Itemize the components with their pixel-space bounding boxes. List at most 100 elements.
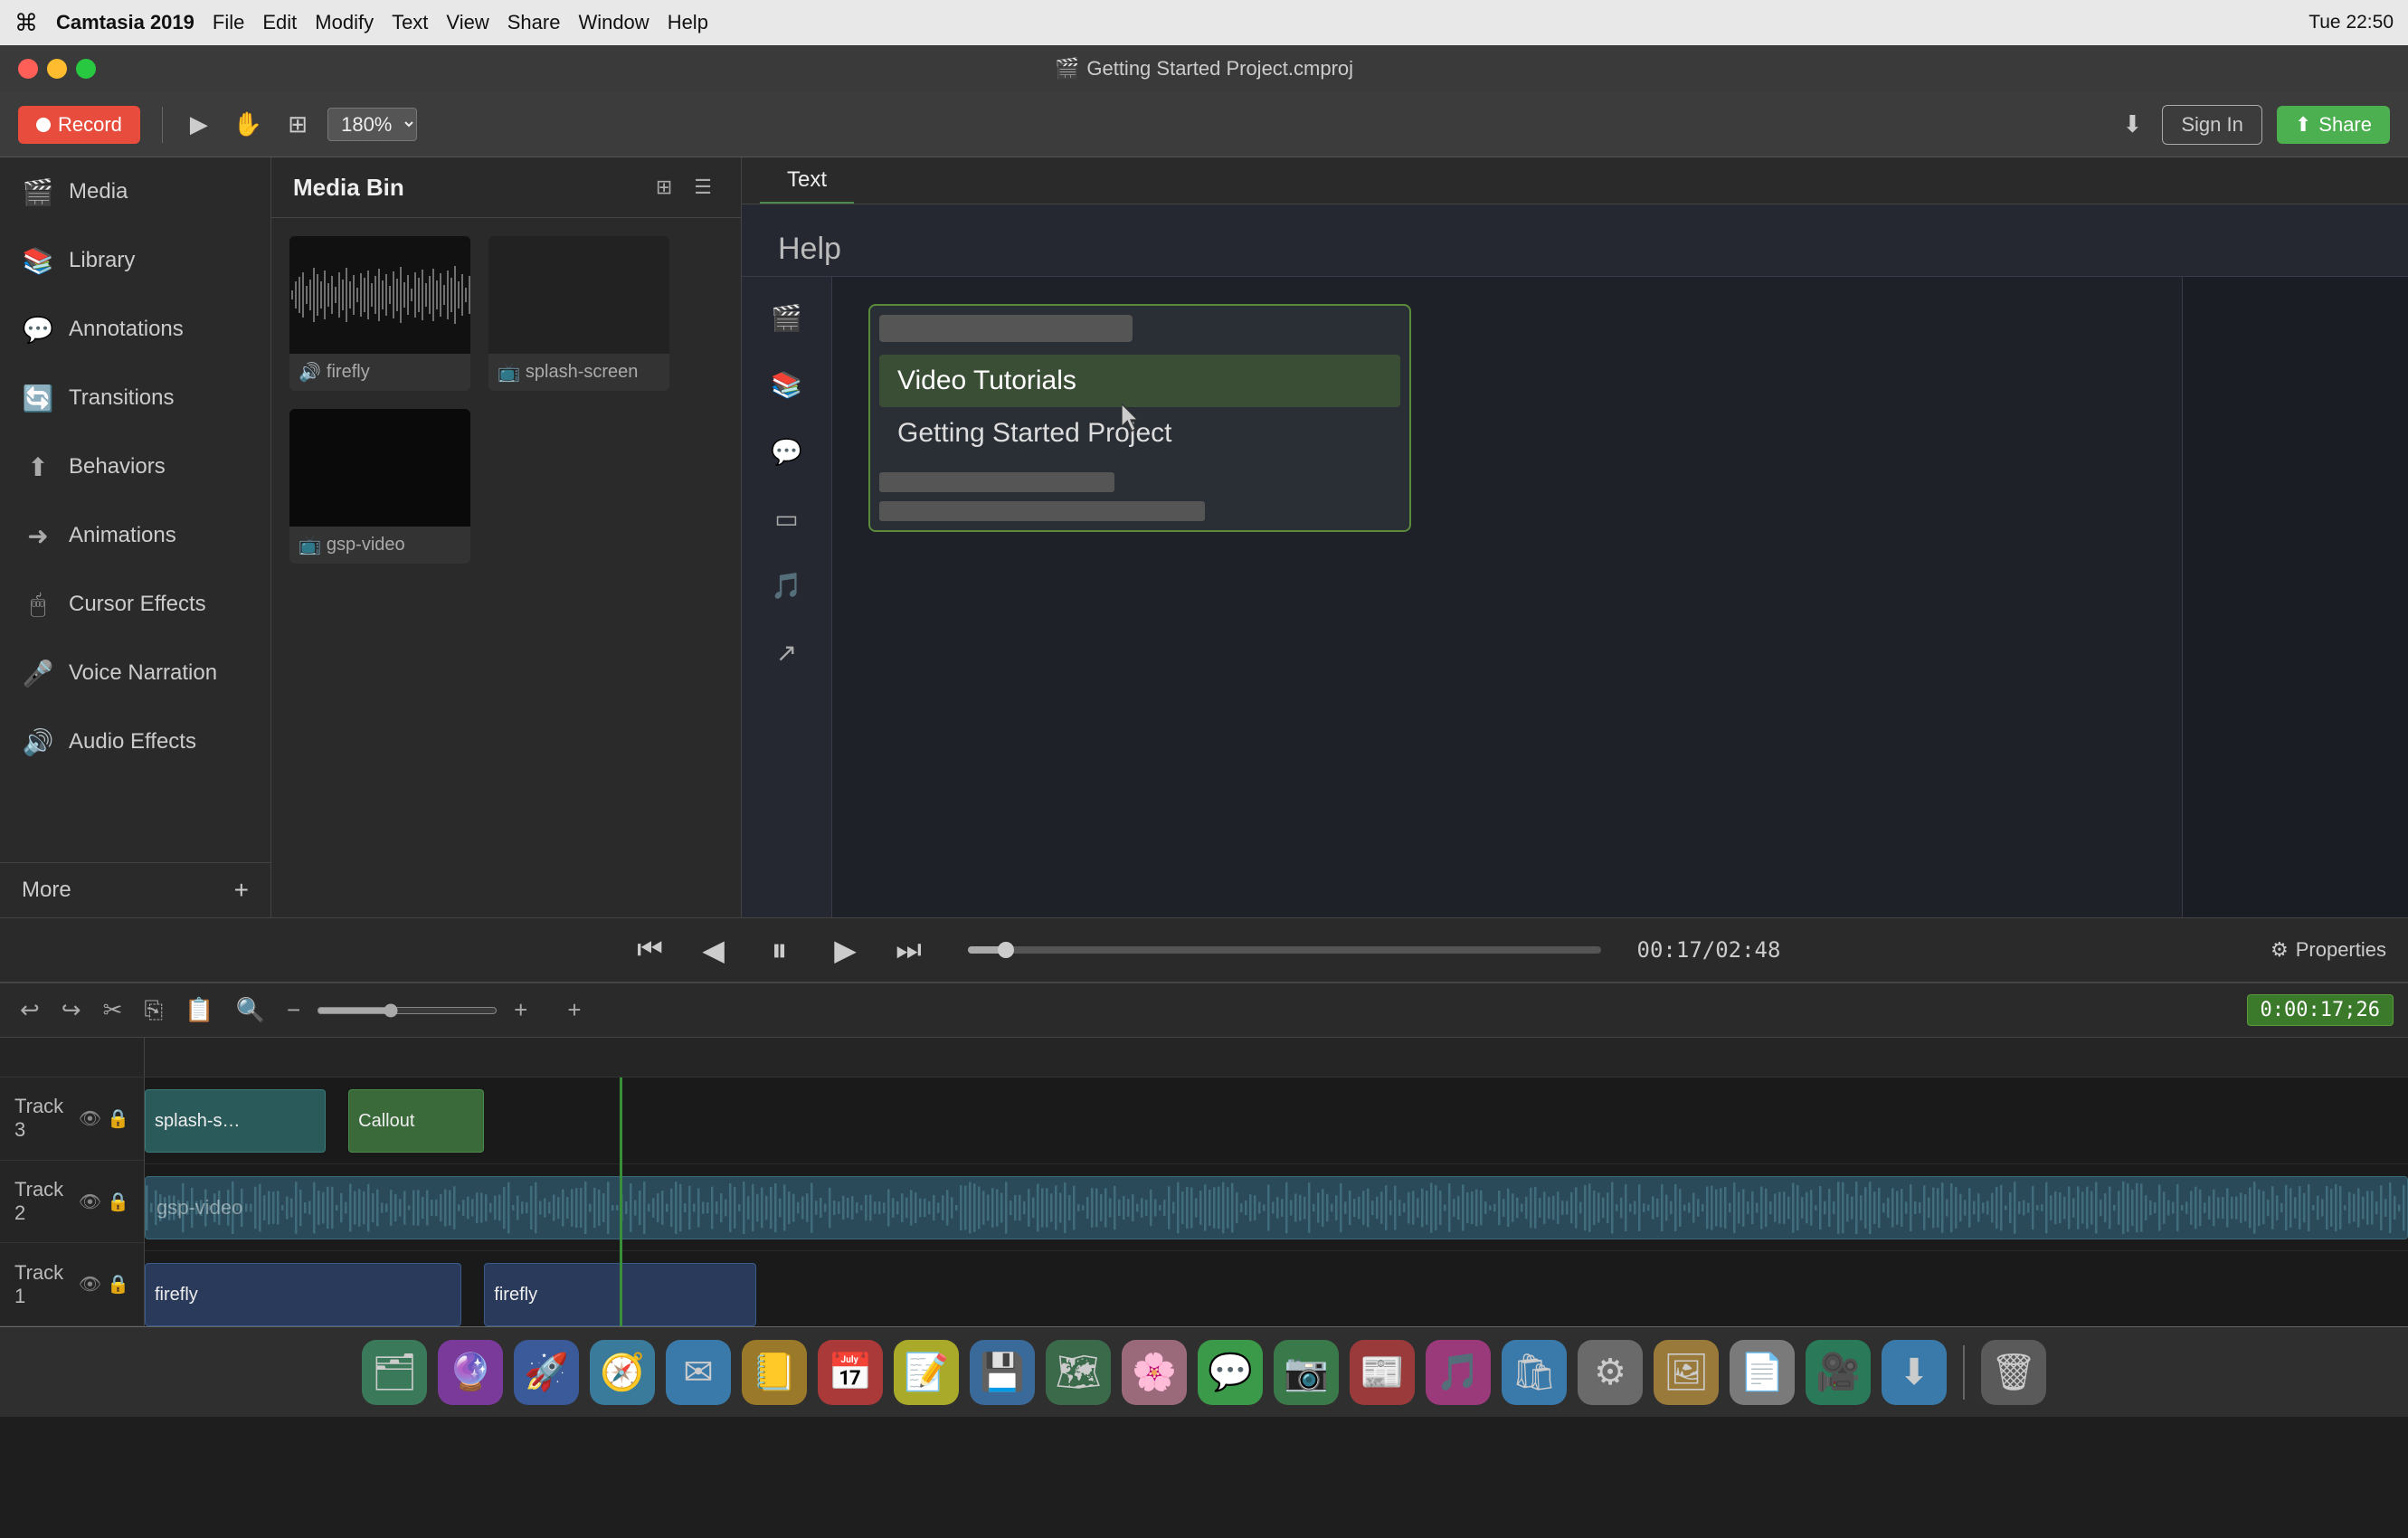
help-icon-shape[interactable]: ▭: [755, 487, 819, 550]
sidebar-item-annotations[interactable]: 💬 Annotations: [0, 295, 270, 364]
help-icon-message[interactable]: 💬: [755, 420, 819, 483]
track-3-lock[interactable]: 🔒: [107, 1107, 129, 1130]
dock-finder[interactable]: 🗂: [362, 1340, 427, 1405]
fullscreen-button[interactable]: [76, 59, 96, 79]
apple-icon[interactable]: ⌘: [14, 9, 38, 37]
help-menu-item-tutorials[interactable]: Video Tutorials: [879, 355, 1400, 407]
dock-filemerge[interactable]: 📄: [1730, 1340, 1795, 1405]
crop-tool-button[interactable]: ⊞: [282, 105, 313, 144]
sidebar-item-cursor-effects[interactable]: 🖱 Cursor Effects: [0, 570, 270, 639]
dock-music[interactable]: 🎵: [1426, 1340, 1491, 1405]
dock-safari[interactable]: 🧭: [590, 1340, 655, 1405]
minimize-button[interactable]: [47, 59, 67, 79]
sidebar-item-audio-effects[interactable]: 🔊 Audio Effects: [0, 707, 270, 776]
paste-button[interactable]: 📋: [179, 991, 219, 1030]
dock-notes[interactable]: 📝: [894, 1340, 959, 1405]
dock-photos[interactable]: 🌸: [1122, 1340, 1187, 1405]
menu-view[interactable]: View: [446, 11, 488, 34]
track-3-visibility[interactable]: 👁: [79, 1107, 101, 1130]
menu-text[interactable]: Text: [392, 11, 428, 34]
dock-sysprefs[interactable]: ⚙: [1578, 1340, 1643, 1405]
menu-share[interactable]: Share: [507, 11, 561, 34]
zoom-in-button[interactable]: +: [508, 991, 533, 1030]
track-2-visibility[interactable]: 👁: [79, 1191, 101, 1213]
properties-button[interactable]: ⚙ Properties: [2271, 938, 2386, 962]
add-track-button[interactable]: +: [562, 991, 586, 1030]
help-icon-arrow[interactable]: ↗: [755, 621, 819, 684]
track-3-clip-splash[interactable]: splash-s…: [145, 1089, 326, 1153]
media-item-splash-screen[interactable]: 📺 splash-screen: [488, 236, 669, 391]
track-2-lock[interactable]: 🔒: [107, 1191, 129, 1213]
step-forward-button[interactable]: ▶: [823, 927, 868, 973]
tab-text[interactable]: Text: [760, 157, 854, 204]
copy-button[interactable]: ⎘: [138, 991, 168, 1030]
hand-tool-button[interactable]: ✋: [228, 105, 268, 144]
dock-app3[interactable]: 💾: [970, 1340, 1035, 1405]
playhead[interactable]: [620, 1078, 622, 1326]
redo-button[interactable]: ↪: [56, 991, 87, 1030]
menu-modify[interactable]: Modify: [315, 11, 374, 34]
sidebar-item-transitions[interactable]: 🔄 Transitions: [0, 364, 270, 432]
help-icon-audio[interactable]: 🎵: [755, 554, 819, 617]
zoom-out-button[interactable]: −: [281, 991, 306, 1030]
sign-in-button[interactable]: Sign In: [2162, 105, 2262, 145]
timeline-scrubber[interactable]: [968, 946, 1601, 954]
step-back-button[interactable]: ◀: [691, 927, 736, 973]
track-1-lock[interactable]: 🔒: [107, 1273, 129, 1296]
add-item-button[interactable]: +: [234, 876, 249, 905]
toolbar-separator: [162, 107, 163, 143]
help-icon-library[interactable]: 📚: [755, 353, 819, 416]
dock-camtasia[interactable]: 🎥: [1806, 1340, 1871, 1405]
zoom-slider[interactable]: [317, 1003, 498, 1018]
share-button[interactable]: ⬆ Share: [2277, 106, 2390, 144]
sidebar-more[interactable]: More +: [0, 862, 270, 917]
sidebar-item-animations[interactable]: ➜ Animations: [0, 501, 270, 570]
dock-facetime[interactable]: 📷: [1274, 1340, 1339, 1405]
dock-mail[interactable]: ✉: [666, 1340, 731, 1405]
dock-siri[interactable]: 🔮: [438, 1340, 503, 1405]
grid-view-button[interactable]: ⊞: [649, 172, 679, 203]
go-to-end-button[interactable]: ⏭: [886, 927, 932, 973]
menu-help[interactable]: Help: [668, 11, 708, 34]
progress-thumb[interactable]: [998, 942, 1014, 958]
menu-edit[interactable]: Edit: [262, 11, 297, 34]
dock-downloader[interactable]: ⬇: [1882, 1340, 1947, 1405]
go-to-start-button[interactable]: ⏮: [628, 927, 673, 973]
list-view-button[interactable]: ☰: [687, 172, 719, 203]
sidebar-item-voice-narration[interactable]: 🎤 Voice Narration: [0, 639, 270, 707]
close-button[interactable]: [18, 59, 38, 79]
track-2-clip-gsp[interactable]: gsp-video // Generated via JS after load: [145, 1176, 2408, 1239]
play-tool-button[interactable]: ▶: [185, 105, 213, 144]
dock-notes-book[interactable]: 📒: [742, 1340, 807, 1405]
dock-news[interactable]: 📰: [1350, 1340, 1415, 1405]
search-button[interactable]: 🔍: [231, 991, 270, 1030]
dock-preview[interactable]: 🖼: [1654, 1340, 1719, 1405]
help-icon-film[interactable]: 🎬: [755, 286, 819, 349]
dock-calendar[interactable]: 📅: [818, 1340, 883, 1405]
play-pause-button[interactable]: ⏸: [754, 925, 805, 975]
dock-launchpad[interactable]: 🚀: [514, 1340, 579, 1405]
media-item-firefly[interactable]: 🔊 firefly: [289, 236, 470, 391]
sidebar-item-library[interactable]: 📚 Library: [0, 226, 270, 295]
track-1-clip-firefly-1[interactable]: firefly: [145, 1263, 461, 1326]
undo-button[interactable]: ↩: [14, 991, 45, 1030]
track-1-visibility[interactable]: 👁: [79, 1273, 101, 1296]
menu-file[interactable]: File: [213, 11, 244, 34]
zoom-select[interactable]: 180%: [327, 108, 417, 141]
track-3-clip-callout[interactable]: Callout: [348, 1089, 484, 1153]
sidebar-item-media[interactable]: 🎬 Media: [0, 157, 270, 226]
help-menu-item-gsp[interactable]: Getting Started Project: [879, 407, 1400, 460]
record-button[interactable]: Record: [18, 106, 140, 144]
media-item-gsp-video[interactable]: 📺 gsp-video: [289, 409, 470, 564]
dock-appstore[interactable]: 🛍: [1502, 1340, 1567, 1405]
dock-trash[interactable]: 🗑: [1981, 1340, 2046, 1405]
playback-controls: ⏮ ◀ ⏸ ▶ ⏭ 00:17/02:48 ⚙ Properties: [0, 917, 2408, 983]
menu-window[interactable]: Window: [578, 11, 649, 34]
dock-messages[interactable]: 💬: [1198, 1340, 1263, 1405]
dock-maps[interactable]: 🗺: [1046, 1340, 1111, 1405]
help-text-line-2: [879, 501, 1205, 521]
cut-button[interactable]: ✂: [98, 991, 128, 1030]
download-icon-button[interactable]: ⬇: [2118, 105, 2148, 144]
sidebar-item-behaviors[interactable]: ⬆ Behaviors: [0, 432, 270, 501]
video-icon2: 📺: [299, 534, 321, 556]
